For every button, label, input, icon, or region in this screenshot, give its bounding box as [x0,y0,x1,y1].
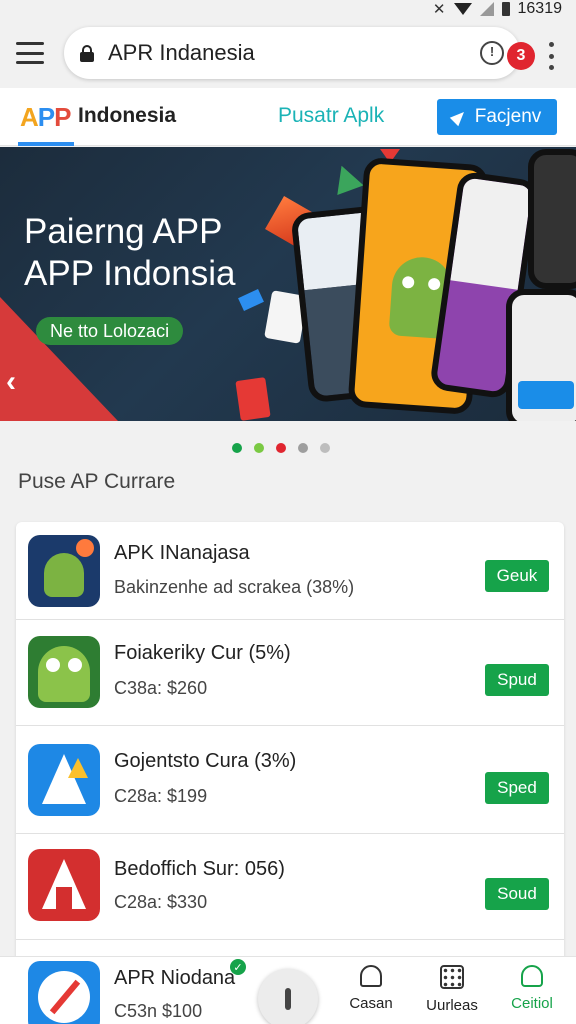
carousel-dot[interactable] [320,443,330,453]
site-info-icon[interactable] [480,41,504,65]
phone-mockup-5 [528,149,576,289]
battery-icon [501,2,510,16]
list-item[interactable]: APK INanajasa Bakinzenhe ad scrakea (38%… [16,522,564,620]
app-subtitle: C28a: $199 [114,786,208,806]
bell-icon [360,965,382,987]
nav-item-uurleas[interactable]: Uurleas [416,965,488,1014]
nav-item-ceitiol[interactable]: Ceitiol [496,965,568,1012]
app-action-button[interactable]: Spud [485,664,549,696]
hero-banner[interactable]: Paierng APP APP Indonsia Ne tto Lolozaci… [0,147,576,421]
app-title: Foiakeriky Cur (5%) [114,642,291,664]
list-item[interactable]: Bedoffich Sur: 056) C28a: $330 Soud [16,834,564,940]
site-header: APP Indonesia Pusatr Aplk Facjenv [0,88,576,146]
carousel-dot[interactable] [298,443,308,453]
banner-red-corner [0,297,118,421]
blue-a-icon [28,744,100,816]
phone-mockup-4 [506,289,576,421]
app-title: Bedoffich Sur: 056) [114,858,285,880]
site-logo[interactable]: APP [20,102,71,133]
verified-check-icon: ✓ [230,959,246,975]
person-icon [521,965,543,987]
app-title: Gojentsto Cura (3%) [114,750,297,772]
send-icon [449,107,468,127]
safari-compass-icon[interactable] [28,961,100,1024]
header-cta-label: Facjenv [474,106,542,127]
bottom-bar: APR Niodana ✓ C53n $100 Casan Uurleas Ce… [0,956,576,1024]
blue-shard-icon [238,289,264,311]
nav-label: Ceitiol [511,995,553,1012]
app-subtitle: Bakinzenhe ad scrakea (38%) [114,577,355,597]
red-card-icon [235,377,271,421]
active-tab-indicator [18,142,74,146]
nav-link-pusat-aplikasi[interactable]: Pusatr Aplk [278,104,384,128]
bottom-app-title: APR Niodana [114,967,236,989]
signal-icon [479,2,494,16]
header-cta-button[interactable]: Facjenv [437,99,557,135]
mute-icon: ✕ [432,1,446,18]
address-bar[interactable]: APR Indanesia [64,27,520,79]
nav-label: Uurleas [426,997,478,1014]
carousel-dots [232,443,330,453]
nav-item-casan[interactable]: Casan [335,965,407,1012]
more-options-icon[interactable] [546,42,556,70]
banner-title-line1: Paierng APP [24,212,223,251]
app-action-button[interactable]: Soud [485,878,549,910]
lock-icon [80,45,94,62]
carousel-dot[interactable] [232,443,242,453]
bottom-app-subtitle: C53n $100 [114,1001,203,1021]
floating-action-button[interactable] [258,969,318,1024]
red-a-icon [28,849,100,921]
nav-label: Casan [349,995,393,1012]
carousel-dot[interactable] [254,443,264,453]
app-action-button[interactable]: Sped [485,772,549,804]
chevron-left-icon[interactable]: ‹ [6,365,16,399]
android-green-icon [28,636,100,708]
android-mascot-icon [28,535,100,607]
play-triangle-icon [328,160,364,196]
url-text[interactable]: APR Indanesia [108,40,480,66]
app-list: APK INanajasa Bakinzenhe ad scrakea (38%… [16,522,564,962]
list-item[interactable]: Gojentsto Cura (3%) C28a: $199 Sped [16,726,564,834]
grid-icon [440,965,464,989]
status-bar: ✕ 16319 [0,0,576,22]
banner-title-line2: APP Indonsia [24,254,236,293]
app-subtitle: C38a: $260 [114,678,208,698]
app-action-button[interactable]: Geuk [485,560,549,592]
carousel-dot[interactable] [276,443,286,453]
banner-pill-button[interactable]: Ne tto Lolozaci [36,317,184,345]
wifi-icon [453,3,472,15]
site-name[interactable]: Indonesia [78,104,176,128]
list-item[interactable]: Foiakeriky Cur (5%) C38a: $260 Spud [16,620,564,726]
app-title: APK INanajasa [114,542,250,564]
status-time: 16319 [517,0,563,17]
browser-toolbar: APR Indanesia 3 [0,22,576,88]
app-subtitle: C28a: $330 [114,892,208,912]
status-icons: ✕ 16319 [433,0,562,18]
section-title: Puse AP Currare [18,470,176,493]
notification-badge[interactable]: 3 [507,42,535,70]
banner-title: Paierng APP APP Indonsia [24,211,235,295]
menu-icon[interactable] [16,42,44,64]
